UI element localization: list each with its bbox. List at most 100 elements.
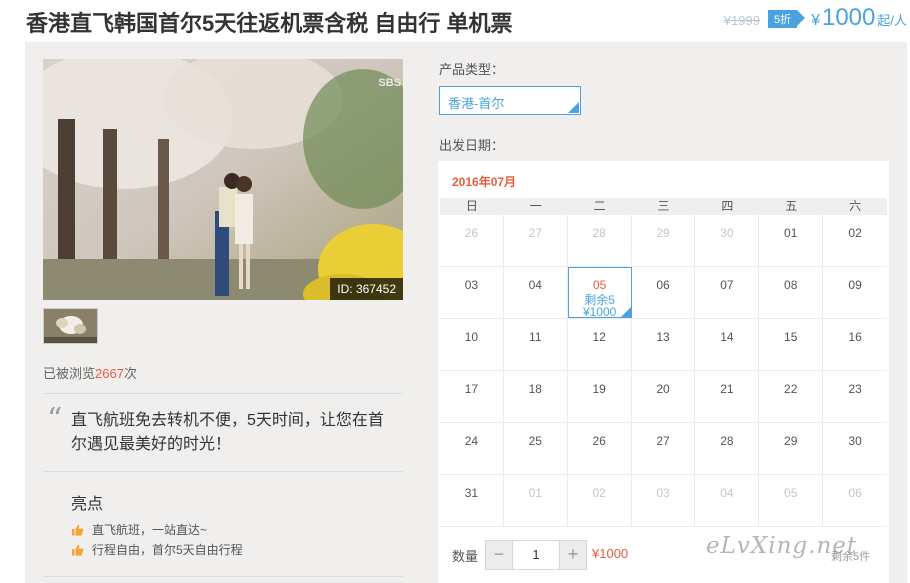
calendar-day-number: 02 [592, 486, 606, 500]
calendar-day[interactable]: 29 [759, 423, 824, 474]
calendar-day-number: 01 [784, 226, 798, 240]
calendar-day-number: 30 [848, 434, 862, 448]
calendar-day[interactable]: 08 [759, 267, 824, 318]
calendar-week: 03 04 05 剩余5 ¥1000 06 07 08 09 [440, 267, 887, 319]
decrease-button[interactable]: − [486, 541, 512, 569]
calendar-day[interactable]: 14 [695, 319, 760, 370]
calendar-day[interactable]: 16 [823, 319, 887, 370]
calendar-day[interactable]: 12 [568, 319, 632, 370]
weekday-label: 三 [657, 199, 670, 213]
quantity-input[interactable]: 1 [512, 541, 560, 569]
calendar-day[interactable]: 10 [440, 319, 504, 370]
product-type-option[interactable]: 香港-首尔 [439, 86, 581, 115]
calendar-day[interactable]: 07 [695, 267, 760, 318]
calendar-day[interactable]: 20 [632, 371, 696, 422]
calendar-day: 06 [823, 475, 887, 526]
weekday-label: 四 [721, 199, 734, 213]
highlights-title: 亮点 [71, 496, 104, 513]
calendar-day[interactable]: 09 [823, 267, 887, 318]
calendar-week: 10 11 12 13 14 15 16 [440, 319, 887, 371]
calendar-day[interactable]: 21 [695, 371, 760, 422]
price-unit: 起/人 [877, 13, 907, 28]
discount-badge: 5折 [767, 10, 806, 28]
calendar-day-number: 28 [592, 226, 606, 240]
quantity-stepper: − 1 + [485, 540, 587, 570]
calendar-day[interactable]: 01 [759, 215, 824, 266]
calendar-day[interactable]: 23 [823, 371, 887, 422]
weekday-label: 二 [593, 199, 606, 213]
calendar-day-number: 14 [720, 330, 734, 344]
calendar-day-number: 09 [848, 278, 862, 292]
calendar-day-number: 10 [464, 330, 479, 344]
calendar-day-number: 01 [528, 486, 542, 500]
calendar-day[interactable]: 17 [440, 371, 504, 422]
weekday-label: 一 [529, 199, 542, 213]
calendar-day-number: 23 [848, 382, 862, 396]
calendar-day-number: 20 [656, 382, 670, 396]
calendar-day-number: 29 [784, 434, 798, 448]
divider [43, 393, 403, 394]
divider [43, 576, 403, 577]
calendar-day-number: 30 [720, 226, 734, 240]
total-price: ¥1000 [592, 546, 629, 561]
calendar-day-number: 06 [656, 278, 670, 292]
calendar-day[interactable]: 22 [759, 371, 824, 422]
calendar-day-number: 31 [464, 486, 479, 500]
calendar-day-number: 05 [784, 486, 798, 500]
photo-thumbnail[interactable] [43, 308, 98, 344]
weekday-header: 日 一 二 三 四 五 六 [440, 198, 887, 215]
calendar-day: 05 [759, 475, 824, 526]
calendar-day-number: 02 [848, 226, 862, 240]
calendar-day[interactable]: 18 [504, 371, 568, 422]
calendar-week: 31 01 02 03 04 05 06 [440, 475, 887, 527]
calendar-day-number: 28 [720, 434, 734, 448]
calendar-day-number: 04 [528, 278, 542, 292]
calendar-day[interactable]: 25 [504, 423, 568, 474]
calendar-week: 17 18 19 20 21 22 23 [440, 371, 887, 423]
calendar-day[interactable]: 06 [632, 267, 696, 318]
thumbs-up-icon [72, 524, 84, 536]
calendar-day[interactable]: 30 [823, 423, 887, 474]
selected-check-icon [620, 307, 631, 317]
calendar-day[interactable]: 26 [568, 423, 632, 474]
calendar-day[interactable]: 15 [759, 319, 824, 370]
calendar-day-number: 26 [592, 434, 606, 448]
calendar-day-number: 27 [656, 434, 670, 448]
calendar-day[interactable]: 27 [632, 423, 696, 474]
calendar-day-number: 08 [784, 278, 798, 292]
quote-mark-icon: “ [47, 402, 63, 437]
thumbs-up-icon [72, 544, 84, 556]
calendar-day-number: 25 [528, 434, 542, 448]
calendar-day[interactable]: 31 [440, 475, 504, 526]
calendar-week: 24 25 26 27 28 29 30 [440, 423, 887, 475]
calendar-day[interactable]: 02 [823, 215, 887, 266]
increase-button[interactable]: + [560, 541, 586, 569]
calendar-day[interactable]: 28 [695, 423, 760, 474]
calendar-day[interactable]: 04 [504, 267, 568, 318]
calendar-day-number: 19 [592, 382, 606, 396]
calendar-day[interactable]: 11 [504, 319, 568, 370]
calendar-day[interactable]: 13 [632, 319, 696, 370]
calendar-day-number: 04 [720, 486, 734, 500]
main-photo[interactable]: SBS ID: 367452 [43, 59, 403, 300]
calendar-day-number: 13 [656, 330, 670, 344]
calendar-day-selected[interactable]: 05 剩余5 ¥1000 [567, 267, 632, 318]
view-count: 已被浏览2667次 [43, 366, 137, 381]
calendar-day: 30 [695, 215, 760, 266]
calendar-day-number: 11 [529, 330, 542, 344]
calendar-day[interactable]: 19 [568, 371, 632, 422]
calendar-day: 02 [568, 475, 632, 526]
calendar-day: 01 [504, 475, 568, 526]
weekday-label: 日 [465, 199, 478, 213]
calendar-day: 27 [504, 215, 568, 266]
original-price: ¥1999 [723, 13, 760, 28]
calendar-day-number: 24 [464, 434, 479, 448]
departure-date-label: 出发日期： [439, 138, 505, 153]
calendar-day-number: 15 [784, 330, 798, 344]
calendar-day[interactable]: 03 [440, 267, 504, 318]
calendar-day-number: 22 [784, 382, 798, 396]
calendar-day: 28 [568, 215, 632, 266]
calendar-day: 03 [632, 475, 696, 526]
calendar-day[interactable]: 24 [440, 423, 504, 474]
price-summary: ¥1999 5折 ¥ 1000 起/人 [724, 4, 907, 32]
